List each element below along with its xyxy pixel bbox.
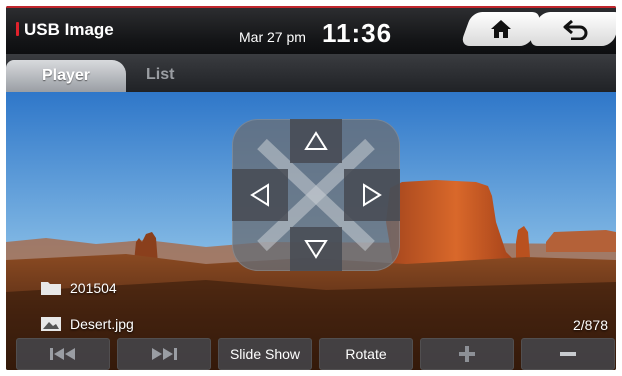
app-window: USB Image Mar 27 pm 11:36 Player List 20… [6,6,616,370]
image-counter: 2/878 [572,317,608,333]
tab-bar: Player List [6,54,616,92]
folder-icon [41,282,61,295]
pan-left-button[interactable] [232,169,288,221]
title-label: USB Image [24,20,114,39]
image-file-icon [41,317,61,331]
back-arrow-icon [563,18,589,40]
down-arrow-icon [304,240,328,259]
rotate-button[interactable]: Rotate [319,338,413,370]
file-info: Desert.jpg [40,316,134,332]
source-indicator-icon [16,22,19,36]
right-arrow-icon [363,183,382,207]
zoom-out-button[interactable] [521,338,615,370]
folder-info: 201504 [40,280,117,296]
minus-icon [560,352,576,356]
previous-button[interactable] [16,338,110,370]
folder-name: 201504 [70,280,117,296]
date-display: Mar 27 pm [239,29,306,45]
control-bar: Slide Show Rotate [16,338,616,370]
up-arrow-icon [304,131,328,150]
tab-list[interactable]: List [146,66,174,84]
pan-down-button[interactable] [290,227,342,271]
next-button[interactable] [117,338,211,370]
clock-display: 11:36 [322,18,393,48]
direction-pad [232,119,400,271]
pan-up-button[interactable] [290,119,342,163]
header-bar: USB Image Mar 27 pm 11:36 [6,6,616,54]
page-title: USB Image [16,20,114,40]
tab-player-label: Player [41,67,91,84]
home-icon [490,19,512,39]
nav-buttons [459,8,616,48]
image-viewer[interactable]: 201504 Desert.jpg 2/878 Slide Show Rotat… [6,92,616,370]
next-icon [152,348,177,360]
left-arrow-icon [250,183,269,207]
file-name: Desert.jpg [70,316,134,332]
slide-show-button[interactable]: Slide Show [218,338,312,370]
pan-right-button[interactable] [344,169,400,221]
tab-player[interactable]: Player [6,60,126,92]
zoom-in-button[interactable] [420,338,514,370]
plus-icon [459,346,475,362]
previous-icon [50,348,75,360]
back-button[interactable] [527,12,616,46]
